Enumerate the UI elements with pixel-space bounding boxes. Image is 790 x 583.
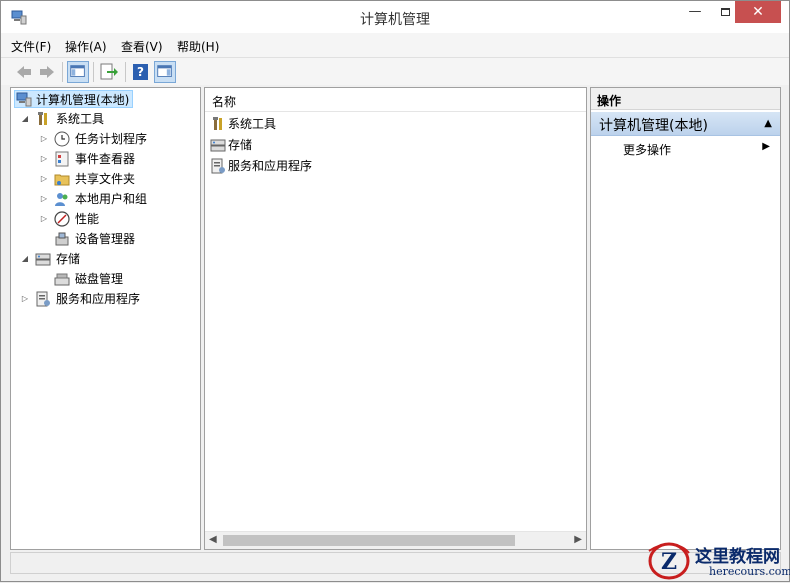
computer-management-icon (16, 92, 32, 107)
tree-item-label: 磁盘管理 (75, 272, 124, 286)
expanded-arrow-icon[interactable]: ◢ (20, 250, 30, 268)
list-item[interactable]: 服务和应用程序 (210, 156, 410, 176)
tree-item-label: 系统工具 (56, 112, 105, 126)
svg-text:?: ? (137, 65, 144, 79)
tree-item-label: 事件查看器 (75, 152, 136, 166)
action-section-header[interactable]: 计算机管理(本地) ▲ (591, 112, 780, 136)
watermark-title: 这里教程网 (695, 547, 780, 567)
collapsed-arrow-icon[interactable]: ▷ (39, 190, 49, 208)
export-list-icon[interactable] (98, 61, 120, 83)
collapsed-arrow-icon[interactable]: ▷ (39, 150, 49, 168)
tree-item-label: 本地用户和组 (75, 192, 148, 206)
menu-file[interactable]: 文件(F) (11, 38, 51, 55)
action-pane-title: 操作 (597, 94, 622, 108)
tools-icon (213, 117, 222, 130)
collapsed-arrow-icon[interactable]: ▷ (39, 210, 49, 228)
close-icon: ✕ (752, 4, 764, 20)
scroll-left-icon[interactable]: ◀ (209, 534, 217, 545)
more-actions-label: 更多操作 (623, 143, 672, 157)
disk-icon (54, 273, 70, 286)
toolbar-separator (93, 62, 94, 82)
tree-item-system-tools[interactable]: ◢ 系统工具 (11, 110, 196, 128)
site-logo-icon: Z (648, 542, 690, 580)
tree-item-event-viewer[interactable]: ▷ 事件查看器 (11, 150, 196, 168)
back-arrow-icon[interactable] (13, 61, 35, 83)
menu-help[interactable]: 帮助(H) (177, 38, 219, 55)
console-tree: 计算机管理(本地) ◢ 系统工具 ▷ 任务计划程序 ▷ 事件查看器 ▷ 共享文件… (10, 87, 201, 550)
action-pane: 操作 计算机管理(本地) ▲ 更多操作 ▶ (590, 87, 781, 550)
expanded-arrow-icon[interactable]: ◢ (20, 110, 30, 128)
tree-item-disk-management[interactable]: 磁盘管理 (11, 270, 196, 288)
device-manager-icon (55, 232, 69, 246)
minimize-button[interactable]: — (681, 1, 709, 23)
column-header-name[interactable]: 名称 (212, 93, 236, 110)
list-item[interactable]: 系统工具 (210, 114, 410, 134)
tree-item-shared-folders[interactable]: ▷ 共享文件夹 (11, 170, 196, 188)
list-item-label: 存储 (228, 138, 253, 152)
show-hide-action-pane-icon[interactable] (154, 61, 176, 83)
event-log-icon (55, 151, 69, 167)
shared-folder-icon (54, 174, 70, 186)
watermark: Z 这里教程网 herecours.com (639, 537, 790, 583)
close-button[interactable]: ✕ (735, 1, 781, 23)
maximize-icon (720, 7, 730, 16)
tree-item-storage[interactable]: ◢ 存储 (11, 250, 196, 268)
title-bar[interactable]: 计算机管理 — ✕ (1, 1, 789, 33)
tree-item-root[interactable]: 计算机管理(本地) (14, 90, 133, 108)
tree-item-label: 服务和应用程序 (56, 292, 141, 306)
list-item-label: 服务和应用程序 (228, 159, 313, 173)
tree-item-label: 存储 (56, 252, 81, 266)
tree-item-label: 任务计划程序 (75, 132, 148, 146)
menu-bar: 文件(F) 操作(A) 查看(V) 帮助(H) (1, 33, 789, 57)
tree-item-services-apps[interactable]: ▷ 服务和应用程序 (11, 290, 196, 308)
tree-item-local-users[interactable]: ▷ 本地用户和组 (11, 190, 196, 208)
toolbar-separator (125, 62, 126, 82)
show-hide-console-tree-icon[interactable] (67, 61, 89, 83)
minimize-icon: — (688, 4, 702, 19)
forward-arrow-icon[interactable] (36, 61, 58, 83)
submenu-arrow-icon: ▶ (762, 141, 770, 152)
more-actions-item[interactable]: 更多操作 ▶ (591, 138, 780, 158)
list-item-label: 系统工具 (228, 117, 277, 131)
toolbar-separator (62, 62, 63, 82)
svg-text:Z: Z (661, 549, 677, 575)
toolbar: ? (1, 57, 789, 85)
watermark-url: herecours.com (709, 565, 790, 578)
menu-view[interactable]: 查看(V) (121, 38, 163, 55)
scrollbar-thumb[interactable] (223, 535, 515, 546)
tools-icon (38, 112, 47, 125)
tree-item-label: 性能 (75, 212, 100, 226)
services-icon (211, 158, 225, 174)
tree-item-device-manager[interactable]: 设备管理器 (11, 230, 196, 248)
action-pane-header: 操作 (591, 88, 780, 110)
collapse-up-icon[interactable]: ▲ (764, 118, 772, 129)
help-icon[interactable]: ? (130, 61, 152, 83)
window-title: 计算机管理 (360, 12, 430, 28)
storage-icon (210, 139, 226, 152)
clock-icon (54, 131, 70, 147)
collapsed-arrow-icon[interactable]: ▷ (39, 170, 49, 188)
tree-item-task-scheduler[interactable]: ▷ 任务计划程序 (11, 130, 196, 148)
services-icon (36, 291, 50, 307)
tree-item-label: 计算机管理(本地) (36, 93, 130, 107)
menu-action[interactable]: 操作(A) (65, 38, 107, 55)
collapsed-arrow-icon[interactable]: ▷ (39, 130, 49, 148)
storage-icon (35, 253, 51, 266)
list-item[interactable]: 存储 (210, 135, 410, 155)
users-icon (55, 193, 68, 206)
tree-item-label: 设备管理器 (75, 232, 136, 246)
tree-item-label: 共享文件夹 (75, 172, 136, 186)
list-header: 名称 (205, 88, 586, 112)
action-section-title: 计算机管理(本地) (599, 118, 708, 134)
collapsed-arrow-icon[interactable]: ▷ (20, 290, 30, 308)
scroll-right-icon[interactable]: ▶ (574, 534, 582, 545)
performance-icon (54, 211, 70, 227)
results-list: 名称 系统工具 存储 服务和应用程序 ◀ ▶ (204, 87, 587, 550)
tree-item-performance[interactable]: ▷ 性能 (11, 210, 196, 228)
horizontal-scrollbar[interactable]: ◀ ▶ (205, 531, 586, 549)
computer-management-window: 计算机管理 — ✕ 文件(F) 操作(A) 查看(V) 帮助(H) ? 计算机管… (0, 0, 790, 582)
